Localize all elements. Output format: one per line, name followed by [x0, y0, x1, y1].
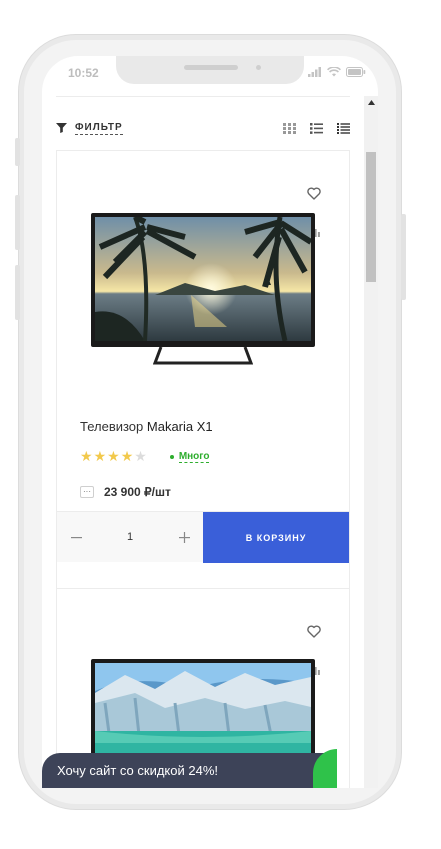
heart-icon: [307, 186, 321, 200]
stock-label[interactable]: Много: [178, 451, 210, 463]
catalog-content: ФИЛЬТР Телевизор Makaria X1 ★★★★★ Много …: [42, 96, 364, 788]
phone-screen: 10:52 ФИЛЬТР Телевизор Makaria X1 ★★★★★ …: [42, 56, 378, 788]
status-bar: 10:52: [42, 56, 378, 94]
star-icon: ★: [93, 448, 108, 464]
table-view-icon[interactable]: [337, 122, 350, 134]
speaker-grill: [184, 65, 238, 70]
promo-text: Хочу сайт со скидкой 24%!: [57, 763, 219, 778]
decrease-quantity-button[interactable]: [65, 526, 87, 548]
product-type: Телевизор: [80, 419, 147, 434]
plus-icon: [178, 531, 190, 543]
view-switcher: [283, 122, 350, 134]
front-camera: [256, 65, 261, 70]
wishlist-button[interactable]: [299, 617, 329, 645]
scrollbar[interactable]: [364, 96, 378, 788]
product-image[interactable]: [91, 213, 315, 365]
divider: [56, 96, 350, 97]
buy-row: 1 В КОРЗИНУ: [57, 511, 349, 563]
price-row: ··· 23 900 ₽/шт: [80, 485, 171, 499]
add-to-cart-button[interactable]: В КОРЗИНУ: [203, 512, 349, 563]
quantity-stepper: 1: [57, 512, 203, 562]
list-view-icon[interactable]: [310, 122, 323, 134]
product-card: Телевизор Makaria X1 ★★★★★ Много ··· 23 …: [56, 150, 350, 590]
product-title[interactable]: Телевизор Makaria X1: [80, 419, 213, 434]
price-options-icon[interactable]: ···: [80, 486, 94, 498]
quantity-value[interactable]: 1: [127, 531, 133, 543]
status-time: 10:52: [68, 66, 99, 80]
increase-quantity-button[interactable]: [173, 526, 195, 548]
product-price: 23 900 ₽/шт: [104, 485, 171, 499]
star-icon: ★: [80, 448, 94, 464]
promo-banner[interactable]: Хочу сайт со скидкой 24%!: [42, 753, 335, 788]
minus-icon: [70, 536, 82, 538]
phone-mute-button: [15, 138, 20, 166]
phone-power-button: [401, 214, 406, 300]
star-icon: ★: [134, 448, 148, 464]
filter-bar: ФИЛЬТР: [56, 118, 350, 138]
filter-button[interactable]: ФИЛЬТР: [75, 122, 123, 135]
star-icon: ★: [107, 448, 121, 464]
rating-stars: ★★★★★: [80, 448, 148, 465]
heart-icon: [307, 624, 321, 638]
filter-icon[interactable]: [56, 123, 67, 133]
rating-row: ★★★★★ Много: [80, 448, 210, 465]
wifi-icon: [327, 67, 341, 77]
phone-volume-up-button: [15, 195, 20, 250]
star-icon: ★: [120, 448, 135, 464]
signal-icon: [308, 67, 321, 77]
scrollbar-thumb[interactable]: [366, 152, 376, 282]
grid-view-icon[interactable]: [283, 122, 296, 134]
phone-volume-down-button: [15, 265, 20, 320]
stock-dot-icon: [169, 454, 174, 459]
wishlist-button[interactable]: [299, 179, 329, 207]
phone-notch: [116, 56, 304, 84]
stock-status: Много: [169, 451, 210, 463]
caret-up-icon: [367, 99, 375, 105]
product-brand: Makaria X1: [146, 419, 213, 434]
scroll-up-button[interactable]: [364, 96, 378, 108]
status-icons: [308, 67, 366, 77]
battery-icon: [346, 67, 366, 77]
tv-stand: [152, 346, 254, 365]
tv-illustration: [91, 213, 315, 347]
